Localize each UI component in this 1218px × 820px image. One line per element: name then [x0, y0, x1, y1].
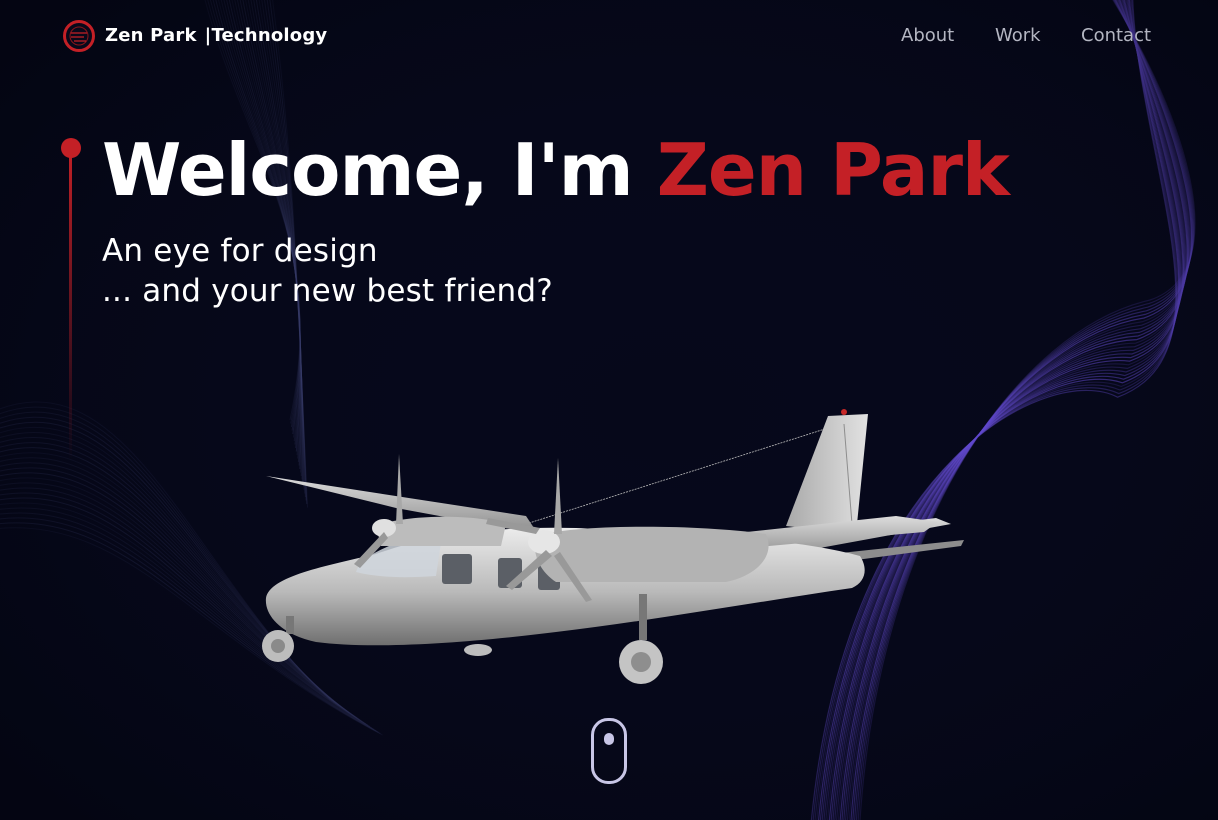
- hero-subtitle-line-2: ... and your new best friend?: [102, 273, 553, 309]
- hero-greeting: Welcome, I'm: [102, 128, 634, 212]
- hero-subtitle-line-1: An eye for design: [102, 233, 378, 269]
- nav-link-about[interactable]: About: [901, 25, 954, 46]
- mouse-scroll-icon[interactable]: [591, 718, 627, 784]
- mouse-wheel-dot: [604, 733, 614, 745]
- twin-prop-airplane-icon: [262, 409, 964, 684]
- hero-accent-line: [69, 146, 72, 460]
- brand-division: Technology: [211, 25, 328, 46]
- top-navigation: Zen Park |Technology About Work Contact: [0, 0, 1218, 74]
- hero-accent-dot: [61, 138, 81, 158]
- nav-link-contact[interactable]: Contact: [1081, 25, 1151, 46]
- brand-name[interactable]: Zen Park |Technology: [105, 25, 327, 46]
- nav-link-work[interactable]: Work: [995, 25, 1041, 46]
- hero-name: Zen Park: [656, 128, 1010, 212]
- brand-title: Zen Park: [105, 25, 197, 46]
- zen-park-logo-icon[interactable]: [62, 19, 96, 53]
- hero-title: Welcome, I'm Zen Park: [102, 128, 1010, 212]
